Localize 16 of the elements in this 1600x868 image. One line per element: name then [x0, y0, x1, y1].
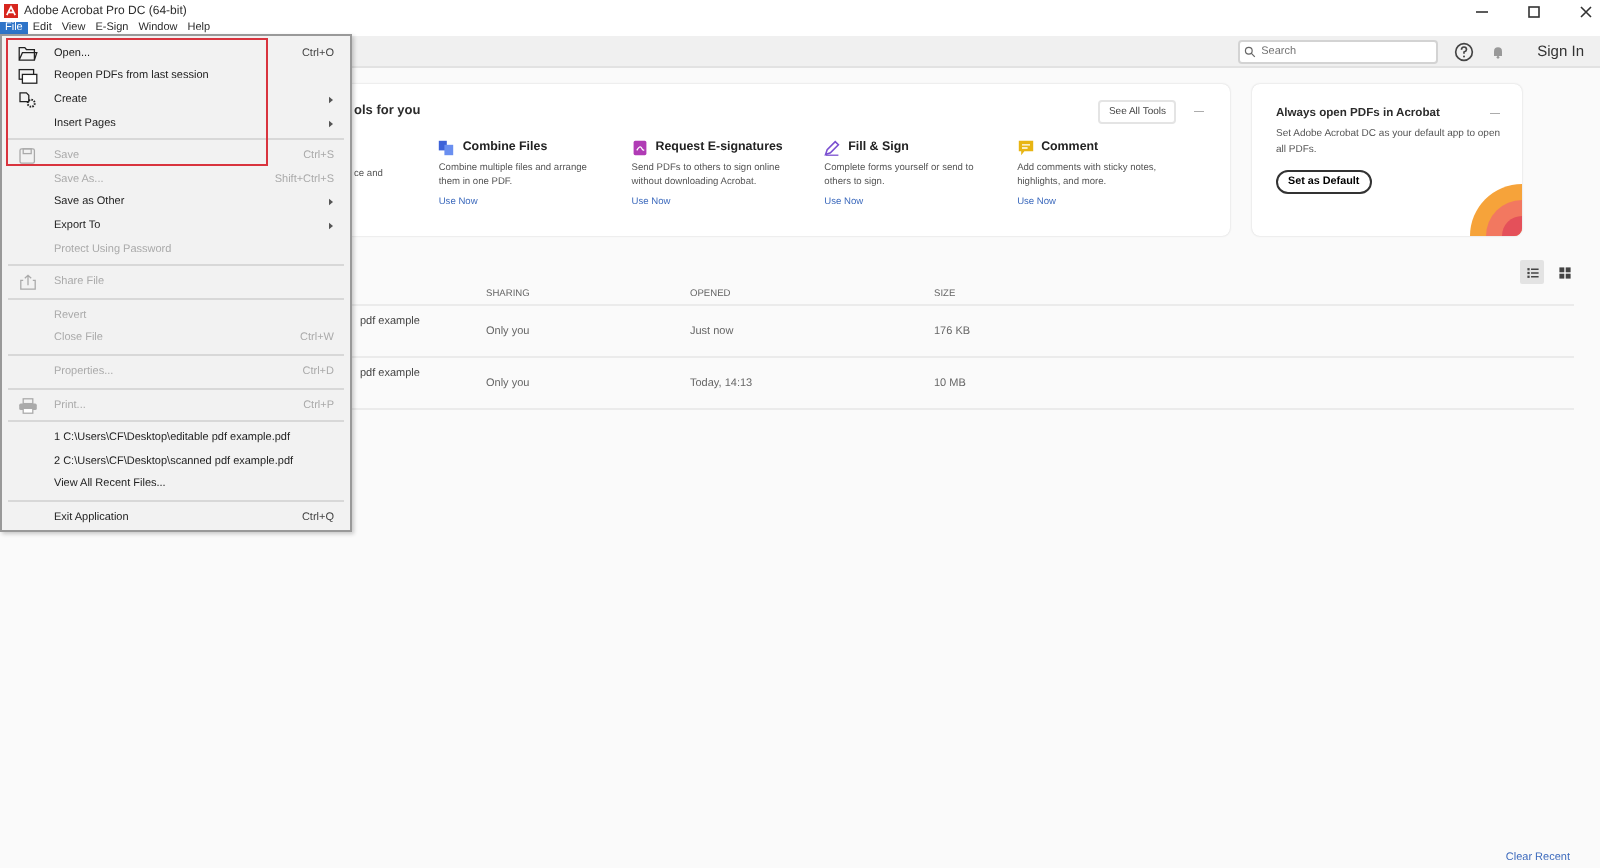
grid-view-icon: [1557, 265, 1571, 279]
folder-icon: [18, 45, 38, 62]
share-icon: [18, 274, 38, 291]
document-gear-icon: [18, 91, 38, 108]
list-view-icon: [1525, 265, 1539, 279]
help-icon[interactable]: [1453, 41, 1474, 61]
maximize-icon[interactable]: [1524, 1, 1544, 21]
printer-icon: [18, 397, 38, 414]
signature-document-icon: [631, 139, 648, 155]
search-icon: [1243, 45, 1256, 57]
pen-icon: [824, 139, 841, 155]
combine-files-icon: [438, 139, 455, 155]
document-stack-icon: [18, 68, 38, 85]
list-view-button[interactable]: [1520, 260, 1544, 284]
comment-icon: [1017, 139, 1034, 155]
close-icon[interactable]: [1576, 1, 1596, 21]
